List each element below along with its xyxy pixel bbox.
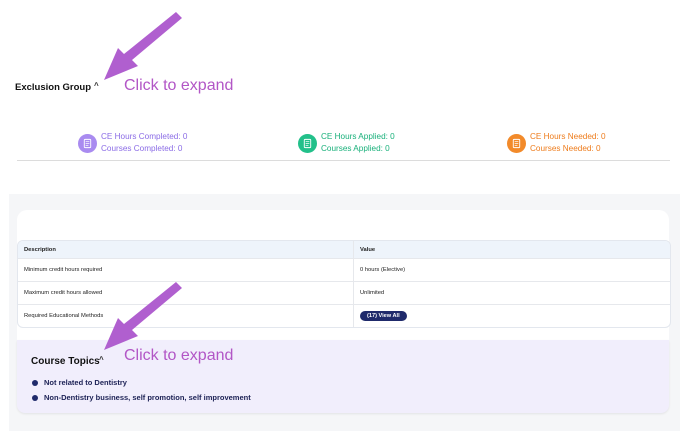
table-header-row: Description Value <box>18 241 670 258</box>
table-row: Required Educational Methods (17) View A… <box>18 304 670 327</box>
courses-applied: Courses Applied: 0 <box>321 144 390 153</box>
view-all-button[interactable]: (17) View All <box>360 311 407 321</box>
courses-needed: Courses Needed: 0 <box>530 144 601 153</box>
ce-hours-needed: CE Hours Needed: 0 <box>530 132 606 141</box>
column-header-value: Value <box>360 246 376 253</box>
exclusion-group-expand-chevron-icon[interactable]: ^ <box>94 81 99 90</box>
topic-label: Not related to Dentistry <box>44 378 127 387</box>
course-topics-section <box>17 340 669 413</box>
requirements-table: Description Value Minimum credit hours r… <box>17 240 671 328</box>
stat-needed: CE Hours Needed: 0 Courses Needed: 0 <box>507 131 606 155</box>
table-cell-description: Minimum credit hours required <box>18 259 354 281</box>
table-cell-value: 0 hours (Elective) <box>360 267 406 273</box>
table-cell-description: Required Educational Methods <box>18 305 354 327</box>
list-item: Not related to Dentistry <box>32 378 127 387</box>
column-header-description: Description <box>18 241 354 258</box>
list-item: Non-Dentistry business, self promotion, … <box>32 393 251 402</box>
table-cell-description: Maximum credit hours allowed <box>18 282 354 304</box>
course-topics-expand-chevron-icon[interactable]: ^ <box>99 355 104 364</box>
document-icon <box>78 133 97 153</box>
table-row: Minimum credit hours required 0 hours (E… <box>18 258 670 281</box>
annotation-click-to-expand: Click to expand <box>124 77 234 94</box>
bullet-icon <box>32 394 38 401</box>
bullet-icon <box>32 379 38 386</box>
document-icon <box>507 133 526 153</box>
annotation-arrow-icon <box>104 12 182 80</box>
stat-completed: CE Hours Completed: 0 Courses Completed:… <box>78 131 187 155</box>
annotation-click-to-expand: Click to expand <box>124 347 234 364</box>
table-row: Maximum credit hours allowed Unlimited <box>18 281 670 304</box>
table-cell-value: Unlimited <box>360 290 385 296</box>
topic-label: Non-Dentistry business, self promotion, … <box>44 393 251 402</box>
ce-hours-applied: CE Hours Applied: 0 <box>321 132 395 141</box>
section-divider <box>17 160 670 161</box>
ce-hours-completed: CE Hours Completed: 0 <box>101 132 188 141</box>
courses-completed: Courses Completed: 0 <box>101 144 183 153</box>
course-topics-title: Course Topics <box>31 356 100 367</box>
document-icon <box>298 133 317 153</box>
exclusion-group-title: Exclusion Group <box>15 82 92 93</box>
stat-applied: CE Hours Applied: 0 Courses Applied: 0 <box>298 131 395 155</box>
table-cell-value: (17) View All <box>354 305 670 327</box>
